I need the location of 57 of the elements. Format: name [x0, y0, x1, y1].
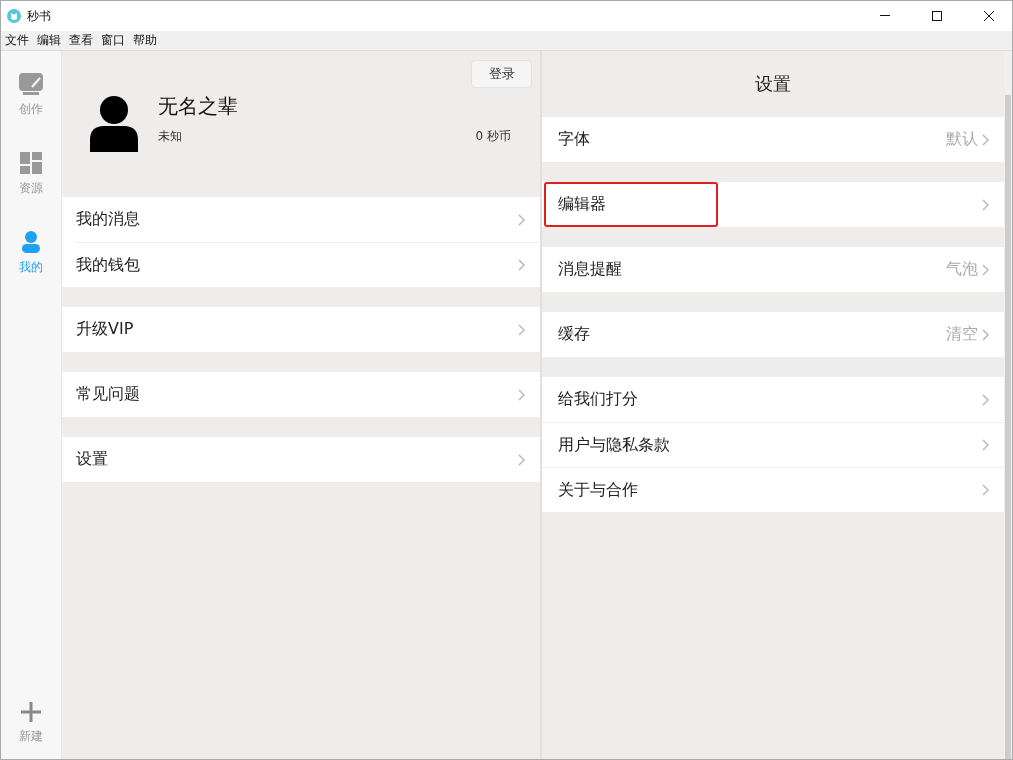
settings-row[interactable]: 编辑器	[542, 182, 1004, 227]
menu-item[interactable]: 帮助	[129, 32, 161, 49]
menu-item[interactable]: 窗口	[97, 32, 129, 49]
maximize-icon	[932, 11, 942, 21]
menu-item[interactable]: 编辑	[33, 32, 65, 49]
grid-icon	[20, 152, 42, 174]
chevron-icon	[982, 439, 990, 451]
panel-title: 设置	[755, 72, 791, 96]
row-label: 我的钱包	[76, 254, 141, 276]
row-label: 编辑器	[544, 182, 718, 227]
chevron-icon	[518, 213, 526, 226]
chevron-icon	[518, 259, 526, 271]
settings-row[interactable]: 消息提醒 气泡	[542, 247, 1004, 292]
coin-balance: 0 秒币	[475, 127, 511, 145]
user-name: 无名之辈	[158, 93, 239, 120]
row-label: 常见问题	[76, 384, 141, 405]
edit-icon	[19, 73, 43, 95]
scrollbar-thumb[interactable]	[1005, 95, 1011, 759]
chevron-icon	[982, 198, 990, 211]
window-title: 秒书	[27, 7, 52, 25]
row-label: 缓存	[557, 323, 591, 345]
chevron-icon	[518, 323, 526, 336]
row-value: 气泡	[946, 259, 978, 280]
row-label: 升级VIP	[76, 319, 135, 340]
chevron-icon	[518, 453, 526, 466]
person-icon	[21, 231, 41, 253]
row-value: 清空	[946, 324, 978, 345]
login-button[interactable]: 登录	[471, 60, 532, 88]
app-logo-icon	[7, 9, 21, 23]
row-label: 消息提醒	[557, 258, 623, 280]
menu-row[interactable]: 我的钱包	[76, 242, 540, 287]
row-value: 默认	[946, 129, 978, 150]
chevron-icon	[982, 263, 990, 276]
chevron-icon	[982, 393, 990, 406]
row-label: 设置	[76, 449, 109, 470]
chevron-icon	[982, 133, 990, 146]
settings-row[interactable]: 给我们打分	[542, 377, 1004, 422]
avatar-icon	[90, 96, 138, 152]
chevron-icon	[982, 484, 990, 496]
close-icon	[984, 11, 994, 21]
menu-item[interactable]: 查看	[65, 32, 97, 49]
chevron-icon	[518, 388, 526, 401]
row-label: 给我们打分	[557, 388, 639, 410]
settings-row[interactable]: 关于与合作	[542, 467, 1004, 512]
row-label: 关于与合作	[557, 478, 639, 501]
user-status: 未知	[158, 128, 183, 145]
settings-row[interactable]: 用户与隐私条款	[542, 422, 1004, 467]
chevron-icon	[982, 328, 990, 341]
settings-row[interactable]: 缓存 清空	[542, 312, 1004, 357]
menu-item[interactable]: 文件	[1, 32, 33, 49]
minimize-icon	[880, 15, 890, 17]
row-label: 用户与隐私条款	[557, 433, 671, 456]
plus-icon	[21, 702, 41, 722]
row-label: 字体	[557, 128, 591, 150]
settings-row[interactable]: 字体 默认	[542, 117, 1004, 162]
menu-row[interactable]: 我的消息	[76, 197, 540, 242]
row-label: 我的消息	[76, 209, 141, 230]
